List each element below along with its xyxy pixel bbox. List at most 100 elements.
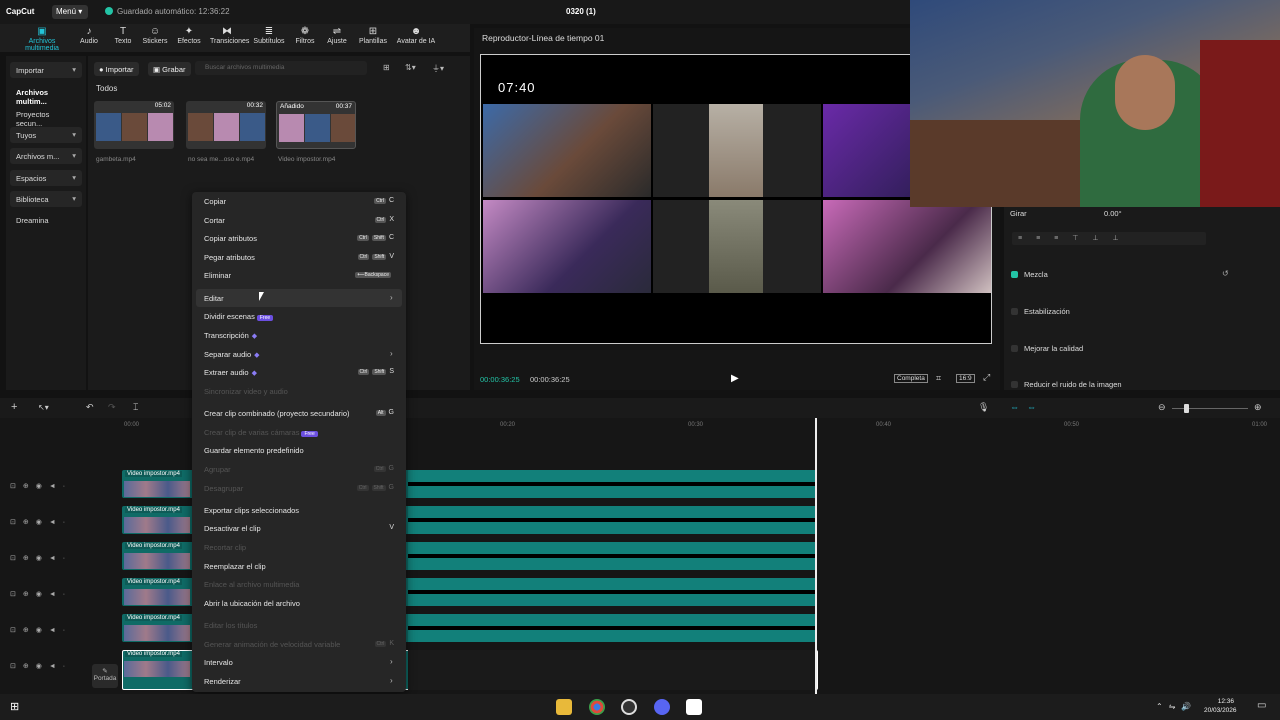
split-icon[interactable]: ⌶ xyxy=(133,402,138,413)
link-toggle-icons[interactable]: ⇔⇔ xyxy=(1010,402,1044,412)
menu-item[interactable]: Crear clip combinado (proyecto secundari… xyxy=(204,409,350,418)
align-buttons[interactable]: ≡≡≡⊤⊥⊥ xyxy=(1012,232,1206,245)
tab-label: Subtítulos xyxy=(253,38,285,45)
redo-icon[interactable]: ↷ xyxy=(108,402,116,413)
menu-item[interactable]: Dividir escenas Free xyxy=(204,312,274,321)
menu-item: Sincronizar video y audio xyxy=(204,387,288,396)
menu-item[interactable]: Copiar xyxy=(204,197,226,206)
tab-sticker[interactable]: ☺ Stickers xyxy=(138,26,172,45)
filter-icon[interactable]: ⏚▾ xyxy=(432,63,444,74)
zoom-out-icon[interactable]: ⊖ xyxy=(1158,402,1166,413)
add-track-icon[interactable]: + xyxy=(11,401,17,413)
menu-item[interactable]: Transcripción ◆ xyxy=(204,331,257,340)
tab-avatar[interactable]: ☻ Avatar de IA xyxy=(394,26,438,45)
track-controls[interactable]: ⊡⊕◉◄· xyxy=(10,662,72,670)
capcut-taskbar-icon[interactable] xyxy=(686,699,702,715)
menu-item[interactable]: Pegar atributos xyxy=(204,253,255,262)
menu-item[interactable]: Editar xyxy=(204,294,224,303)
improve-checkbox[interactable] xyxy=(1011,345,1018,352)
play-icon[interactable]: ▶ xyxy=(731,373,739,384)
menu-item[interactable]: Extraer audio ◆ xyxy=(204,368,257,377)
clip-label: Video impostor.mp4 xyxy=(125,507,182,513)
menu-button[interactable]: Menú ▾ xyxy=(52,5,88,19)
tab-transition[interactable]: ⧓ Transiciones xyxy=(210,26,249,45)
discord-icon[interactable] xyxy=(654,699,670,715)
clip-thumbnails xyxy=(124,589,190,605)
menu-item[interactable]: Cortar xyxy=(204,216,225,225)
tab-adjust[interactable]: ⇌ Ajuste xyxy=(320,26,354,45)
tab-template[interactable]: ⊞ Plantillas xyxy=(356,26,390,45)
track-controls[interactable]: ⊡⊕◉◄· xyxy=(10,626,72,634)
menu-item[interactable]: Renderizar xyxy=(204,677,241,686)
stabilize-checkbox[interactable] xyxy=(1011,308,1018,315)
menu-item[interactable]: Desactivar el clip xyxy=(204,524,261,533)
media-thumbnail[interactable]: 00:32 xyxy=(186,101,266,149)
video-cell-1 xyxy=(483,104,651,197)
playhead[interactable] xyxy=(815,418,817,694)
fullscreen-icon[interactable]: ⤢ xyxy=(983,372,990,383)
tray-icons[interactable]: ⌃⇋🔊 xyxy=(1156,702,1197,711)
zoom-slider-handle[interactable] xyxy=(1184,404,1189,413)
tab-effects[interactable]: ✦ Efectos xyxy=(172,26,206,45)
tab-filter[interactable]: ❁ Filtros xyxy=(288,26,322,45)
tab-caption[interactable]: ≣ Subtítulos xyxy=(252,26,286,45)
sidebar-item[interactable]: Proyectos secun... xyxy=(10,106,82,128)
crop-icon[interactable]: ⌗ xyxy=(936,373,941,384)
reset-icon[interactable]: ↺ xyxy=(1222,269,1229,278)
chrome-icon[interactable] xyxy=(589,699,605,715)
tab-audio[interactable]: ♪ Audio xyxy=(72,26,106,45)
menu-item[interactable]: Separar audio ◆ xyxy=(204,350,260,359)
menu-item[interactable]: Eliminar xyxy=(204,271,231,280)
fullview-button[interactable]: Completa xyxy=(894,374,928,383)
avatar-icon: ☻ xyxy=(410,26,422,37)
media-thumbnail[interactable]: 05:02 xyxy=(94,101,174,149)
menu-item[interactable]: Reemplazar el clip xyxy=(204,562,266,571)
track-controls[interactable]: ⊡⊕◉◄· xyxy=(10,518,72,526)
track-controls[interactable]: ⊡⊕◉◄· xyxy=(10,554,72,562)
zoom-in-icon[interactable]: ⊕ xyxy=(1254,402,1262,413)
obs-icon[interactable] xyxy=(621,699,637,715)
cover-button[interactable]: ✎ Portada xyxy=(92,664,118,688)
menu-item[interactable]: Intervalo xyxy=(204,658,233,667)
menu-item[interactable]: Copiar atributos xyxy=(204,234,257,243)
sidebar-item[interactable]: Archivos multim... xyxy=(10,84,82,106)
blend-checkbox[interactable] xyxy=(1011,271,1018,278)
file-explorer-icon[interactable] xyxy=(556,699,572,715)
windows-start-icon[interactable]: ⊞ xyxy=(10,700,19,713)
denoise-checkbox[interactable] xyxy=(1011,381,1018,388)
text-icon: T xyxy=(119,26,127,37)
view-grid-icon[interactable]: ⊞ xyxy=(383,63,390,72)
rotate-input[interactable]: 0.00° xyxy=(1104,209,1122,218)
sidebar-item[interactable]: Archivos m... ▾ xyxy=(10,148,82,164)
webcam-overlay xyxy=(910,0,1280,207)
aspect-ratio-button[interactable]: 16:9 xyxy=(956,374,975,383)
denoise-label: Reducir el ruido de la imagen xyxy=(1024,380,1122,389)
chevron-down-icon: ▾ xyxy=(72,194,76,203)
tab-media[interactable]: ▣ Archivos multimedia xyxy=(18,26,66,52)
thumbnail-frame xyxy=(305,114,330,142)
sidebar-item[interactable]: Tuyos ▾ xyxy=(10,127,82,143)
sidebar-item[interactable]: Biblioteca ▾ xyxy=(10,191,82,207)
taskbar xyxy=(0,694,1280,720)
track-controls[interactable]: ⊡⊕◉◄· xyxy=(10,590,72,598)
tab-text[interactable]: T Texto xyxy=(106,26,140,45)
media-thumbnail[interactable]: 00:37 Añadido xyxy=(276,101,356,149)
record-button[interactable]: ▣ Grabar xyxy=(148,62,191,76)
notification-icon[interactable]: ▭ xyxy=(1257,700,1266,711)
sort-icon[interactable]: ⇅▾ xyxy=(405,63,416,72)
taskbar-clock[interactable]: 12:36 20/03/2026 xyxy=(1204,697,1237,715)
menu-item[interactable]: Abrir la ubicación del archivo xyxy=(204,599,300,608)
sidebar-item[interactable]: Dreamina xyxy=(10,212,82,228)
select-tool-icon[interactable]: ↖▾ xyxy=(38,403,49,412)
undo-icon[interactable]: ↶ xyxy=(86,402,94,413)
sidebar-item[interactable]: Espacios ▾ xyxy=(10,170,82,186)
menu-item[interactable]: Exportar clips seleccionados xyxy=(204,506,299,515)
sidebar-item[interactable]: Importar ▾ xyxy=(10,62,82,78)
mic-icon[interactable]: 🎙 xyxy=(978,402,989,413)
total-timecode: 00:00:36:25 xyxy=(530,375,570,384)
import-button[interactable]: ● Importar xyxy=(94,62,139,76)
track-controls[interactable]: ⊡⊕◉◄· xyxy=(10,482,72,490)
menu-item[interactable]: Guardar elemento predefinido xyxy=(204,446,304,455)
media-search-input[interactable]: Buscar archivos multimedia xyxy=(195,61,367,75)
media-filename: no sea me...oso e.mp4 xyxy=(188,156,255,163)
